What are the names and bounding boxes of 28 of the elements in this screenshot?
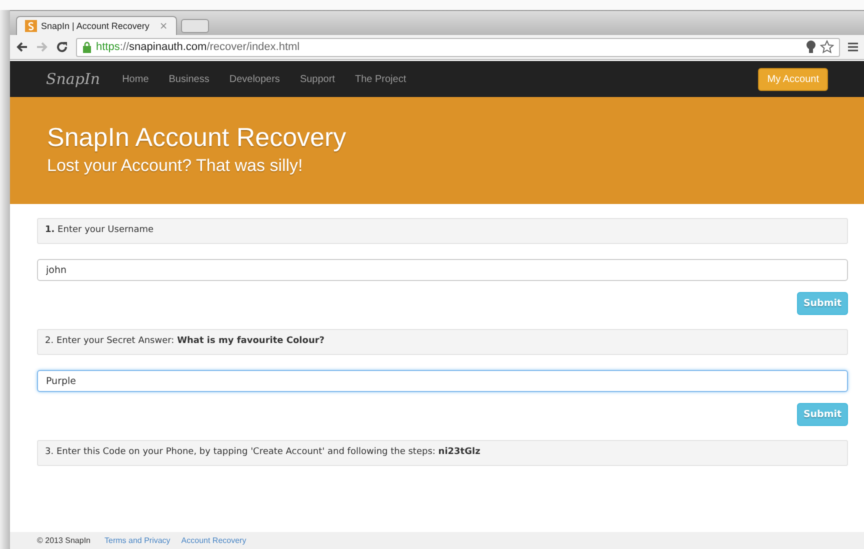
step-label: 2. Enter your Secret Answer: What is my favourite Colour? — [37, 329, 848, 355]
menu-icon[interactable] — [848, 42, 858, 52]
lock-icon — [82, 41, 92, 53]
hero-title: SnapIn Account Recovery — [47, 122, 348, 153]
nav-link[interactable]: Home — [122, 74, 149, 84]
footer-link[interactable]: Account Recovery — [181, 536, 246, 545]
input-field[interactable]: Purple — [37, 370, 848, 392]
favicon-icon — [25, 20, 37, 32]
input-field[interactable]: john — [37, 259, 848, 281]
lightbulb-icon[interactable] — [806, 40, 816, 54]
url-text: https://snapinauth.com/recover/index.html — [96, 41, 300, 53]
address-bar[interactable]: https://snapinauth.com/recover/index.html — [76, 38, 840, 56]
copyright-text: © 2013 SnapIn — [37, 536, 90, 545]
browser-tab[interactable]: SnapIn | Account Recovery × — [16, 16, 177, 35]
step-label: 1. Enter your Username — [37, 218, 848, 244]
nav-link[interactable]: The Project — [354, 74, 406, 84]
tab-title: SnapIn | Account Recovery — [41, 21, 150, 31]
footer-link[interactable]: Terms and Privacy — [104, 536, 170, 545]
nav-link[interactable]: Business — [168, 74, 210, 84]
hero-subtitle: Lost your Account? That was silly! — [47, 156, 304, 176]
tab-close-button[interactable]: × — [159, 20, 168, 32]
nav-link[interactable]: Support — [300, 74, 335, 84]
brand-logo[interactable]: SnapIn — [46, 70, 100, 88]
star-icon[interactable] — [820, 40, 834, 54]
step-label: 3. Enter this Code on your Phone, by tapping 'Create Account' and following the steps: ni23tGlz — [37, 440, 848, 466]
nav-link[interactable]: Developers — [229, 74, 280, 84]
reload-icon[interactable] — [56, 41, 68, 53]
back-icon[interactable] — [16, 41, 28, 53]
